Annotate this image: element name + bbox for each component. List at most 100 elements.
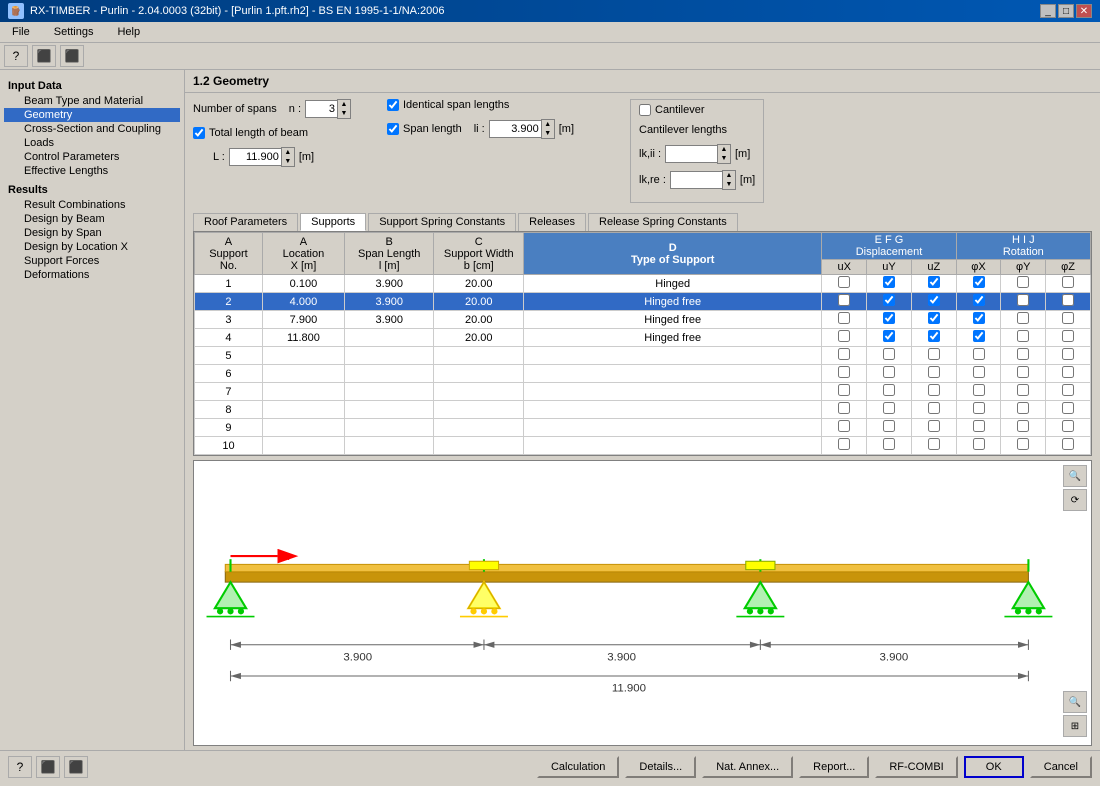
- table-row[interactable]: 10.1003.90020.00Hinged: [195, 275, 1091, 293]
- sidebar-item-deformations[interactable]: Deformations: [4, 268, 180, 282]
- toolbar-help-btn[interactable]: ?: [4, 45, 28, 67]
- lk-re-unit: [m]: [740, 174, 755, 186]
- bottom-help-btn[interactable]: ?: [8, 756, 32, 778]
- table-row[interactable]: 9: [195, 419, 1091, 437]
- tab-releases[interactable]: Releases: [518, 213, 586, 231]
- table-row[interactable]: 8: [195, 401, 1091, 419]
- svg-text:X: X: [283, 552, 290, 563]
- n-spin-up[interactable]: ▲: [338, 100, 350, 109]
- sidebar-item-beam-type[interactable]: Beam Type and Material: [4, 94, 180, 108]
- sidebar-input-header: Input Data: [4, 78, 180, 94]
- svg-text:3.900: 3.900: [607, 651, 636, 663]
- zoom-fit-btn[interactable]: 🔍: [1063, 691, 1087, 713]
- nat-annex-btn[interactable]: Nat. Annex...: [702, 756, 793, 778]
- sidebar-item-cross-section[interactable]: Cross-Section and Coupling: [4, 122, 180, 136]
- li-input[interactable]: [489, 120, 541, 138]
- col-header-ux: uX: [822, 260, 867, 275]
- section-header: 1.2 Geometry: [185, 70, 1100, 93]
- lk-ii-spin-up[interactable]: ▲: [718, 145, 730, 154]
- table-row[interactable]: 5: [195, 347, 1091, 365]
- li-spin-down[interactable]: ▼: [542, 129, 554, 138]
- cantilever-checkbox[interactable]: [639, 104, 651, 116]
- table-row[interactable]: 24.0003.90020.00Hinged free: [195, 293, 1091, 311]
- n-label: n :: [289, 103, 301, 115]
- L-spin-up[interactable]: ▲: [282, 148, 294, 157]
- sidebar-item-design-by-beam[interactable]: Design by Beam: [4, 212, 180, 226]
- L-spin-down[interactable]: ▼: [282, 157, 294, 166]
- svg-text:3.900: 3.900: [880, 651, 909, 663]
- col-header-loc: ALocationX [m]: [262, 233, 344, 275]
- menu-help[interactable]: Help: [109, 24, 148, 40]
- sidebar-item-loads[interactable]: Loads: [4, 136, 180, 150]
- tab-roof-params[interactable]: Roof Parameters: [193, 213, 298, 231]
- table-row[interactable]: 411.80020.00Hinged free: [195, 329, 1091, 347]
- sidebar-results-header: Results: [4, 182, 180, 198]
- diagram-btn2[interactable]: ⟳: [1063, 489, 1087, 511]
- total-length-label: Total length of beam: [209, 127, 308, 139]
- table-row[interactable]: 10: [195, 437, 1091, 455]
- bottom-right-btns: Calculation Details... Nat. Annex... Rep…: [537, 756, 1092, 778]
- table-row[interactable]: 7: [195, 383, 1091, 401]
- lk-ii-spin-down[interactable]: ▼: [718, 154, 730, 163]
- toolbar-btn2[interactable]: ⬛: [32, 45, 56, 67]
- maximize-btn[interactable]: □: [1058, 4, 1074, 18]
- lk-ii-input[interactable]: [665, 145, 717, 163]
- bottom-toolbar: ? ⬛ ⬛ Calculation Details... Nat. Annex.…: [0, 750, 1100, 782]
- zoom-reset-btn[interactable]: ⊞: [1063, 715, 1087, 737]
- tab-supports[interactable]: Supports: [300, 213, 366, 231]
- app-icon: 🪵: [8, 3, 24, 19]
- rf-combi-btn[interactable]: RF-COMBI: [875, 756, 957, 778]
- tabs-area: Roof Parameters Supports Support Spring …: [185, 209, 1100, 231]
- tab-support-spring[interactable]: Support Spring Constants: [368, 213, 516, 231]
- col-header-displacement: E F GDisplacement: [822, 233, 956, 260]
- col-header-uz: uZ: [911, 260, 956, 275]
- svg-text:3.900: 3.900: [343, 651, 372, 663]
- span-length-checkbox[interactable]: [387, 123, 399, 135]
- sidebar-item-effective-lengths[interactable]: Effective Lengths: [4, 164, 180, 178]
- bottom-btn2[interactable]: ⬛: [36, 756, 60, 778]
- ok-btn[interactable]: OK: [964, 756, 1024, 778]
- sidebar-item-design-by-location[interactable]: Design by Location X: [4, 240, 180, 254]
- num-spans-label: Number of spans: [193, 103, 277, 115]
- calculation-btn[interactable]: Calculation: [537, 756, 619, 778]
- sidebar-item-control-params[interactable]: Control Parameters: [4, 150, 180, 164]
- identical-span-label: Identical span lengths: [403, 99, 509, 111]
- li-spin-up[interactable]: ▲: [542, 120, 554, 129]
- identical-span-checkbox[interactable]: [387, 99, 399, 111]
- total-length-checkbox[interactable]: [193, 127, 205, 139]
- lk-re-spin-up[interactable]: ▲: [723, 171, 735, 180]
- sidebar-item-result-combinations[interactable]: Result Combinations: [4, 198, 180, 212]
- cancel-btn[interactable]: Cancel: [1030, 756, 1092, 778]
- cantilever-label: Cantilever: [655, 104, 705, 116]
- lk-re-spin-down[interactable]: ▼: [723, 180, 735, 189]
- details-btn[interactable]: Details...: [625, 756, 696, 778]
- lk-re-input[interactable]: [670, 171, 722, 189]
- sidebar-item-geometry[interactable]: Geometry: [4, 108, 180, 122]
- sidebar-item-design-by-span[interactable]: Design by Span: [4, 226, 180, 240]
- lk-ii-unit: [m]: [735, 148, 750, 160]
- diagram-btn1[interactable]: 🔍: [1063, 465, 1087, 487]
- col-header-no: ASupportNo.: [195, 233, 263, 275]
- L-input[interactable]: [229, 148, 281, 166]
- svg-text:11.900: 11.900: [612, 683, 646, 695]
- bottom-btn3[interactable]: ⬛: [64, 756, 88, 778]
- n-input[interactable]: [305, 100, 337, 118]
- col-header-span: BSpan Lengthl [m]: [344, 233, 434, 275]
- form-area: Number of spans n : ▲ ▼ Total length of …: [185, 93, 1100, 209]
- tab-bar: Roof Parameters Supports Support Spring …: [193, 213, 1092, 231]
- menu-file[interactable]: File: [4, 24, 38, 40]
- menu-settings[interactable]: Settings: [46, 24, 102, 40]
- n-spin-down[interactable]: ▼: [338, 109, 350, 118]
- report-btn[interactable]: Report...: [799, 756, 869, 778]
- sidebar-item-support-forces[interactable]: Support Forces: [4, 254, 180, 268]
- table-row[interactable]: 6: [195, 365, 1091, 383]
- col-header-phix: φX: [956, 260, 1001, 275]
- table-row[interactable]: 37.9003.90020.00Hinged free: [195, 311, 1091, 329]
- toolbar-btn3[interactable]: ⬛: [60, 45, 84, 67]
- li-unit: [m]: [559, 123, 574, 135]
- close-btn[interactable]: ✕: [1076, 4, 1092, 18]
- minimize-btn[interactable]: _: [1040, 4, 1056, 18]
- lk-re-label: lk,re :: [639, 174, 666, 186]
- col-header-phiy: φY: [1001, 260, 1046, 275]
- tab-release-spring[interactable]: Release Spring Constants: [588, 213, 738, 231]
